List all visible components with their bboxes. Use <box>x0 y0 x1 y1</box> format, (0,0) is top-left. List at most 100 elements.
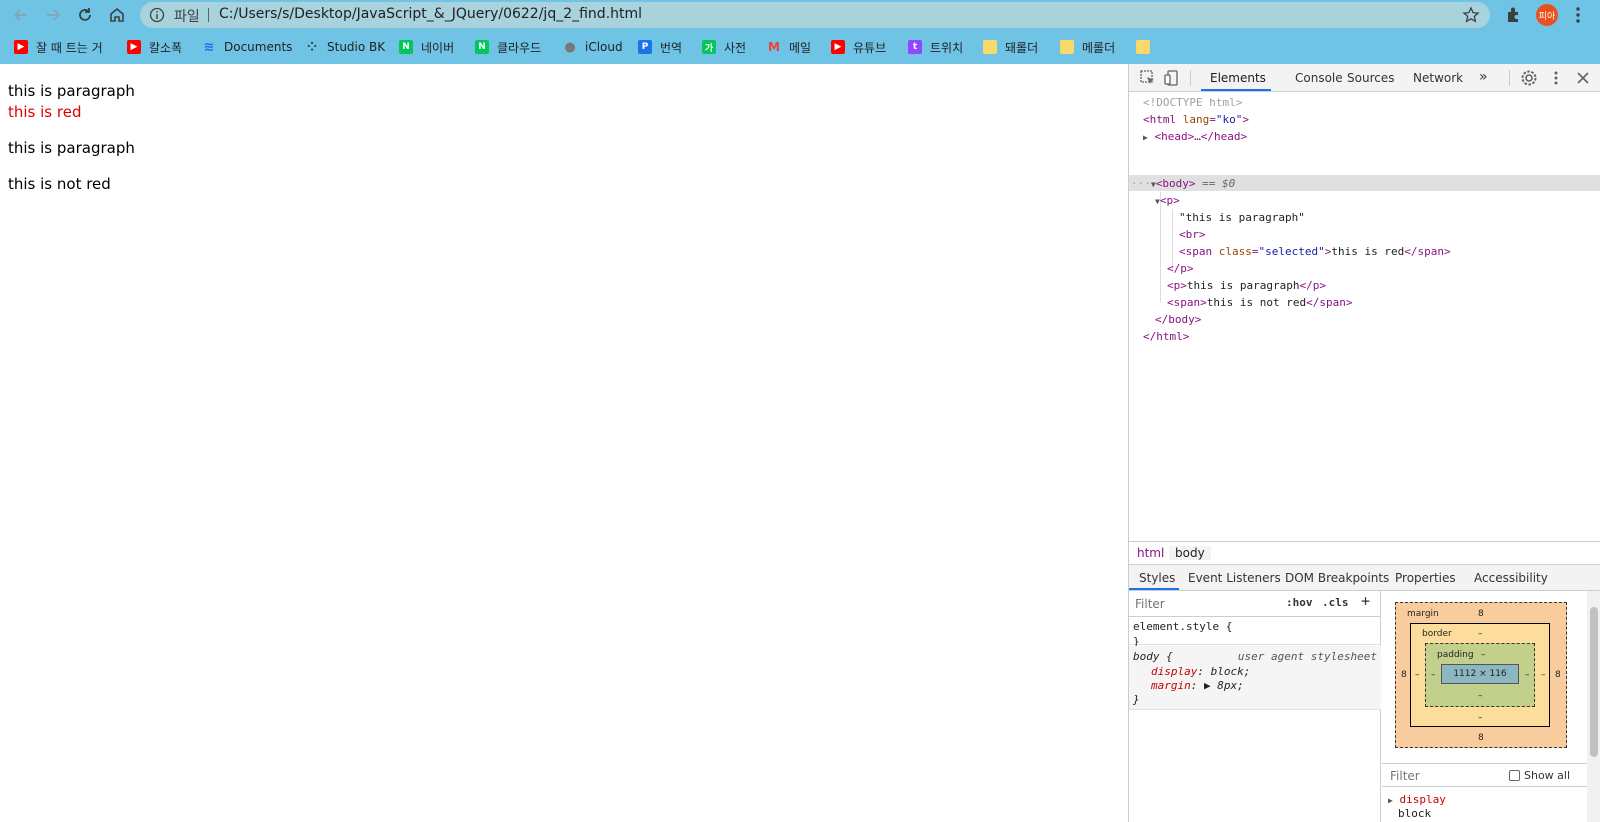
new-rule-button[interactable]: + <box>1361 592 1370 610</box>
dom-span2[interactable]: <span>this is not red</span> <box>1167 294 1352 311</box>
margin-left-value[interactable]: 8 <box>1401 670 1407 680</box>
bookmark-item[interactable]: ● iCloud <box>563 38 622 56</box>
settings-gear-icon[interactable] <box>1520 69 1538 87</box>
dom-text-node[interactable]: "this is paragraph" <box>1179 209 1305 226</box>
profile-avatar[interactable]: 피아 <box>1536 4 1558 26</box>
info-icon[interactable] <box>149 7 165 23</box>
show-all-checkbox[interactable] <box>1509 770 1520 781</box>
forward-button[interactable] <box>42 4 64 26</box>
scrollbar-thumb[interactable] <box>1590 607 1598 757</box>
naver-icon: N <box>475 40 489 54</box>
bookmark-item[interactable]: ▶ 칼소폭 <box>127 38 182 56</box>
css-declaration[interactable]: margin: ▶ 8px; <box>1151 679 1244 692</box>
device-toolbar-icon[interactable] <box>1163 69 1181 87</box>
computed-scrollbar[interactable] <box>1587 591 1600 822</box>
bookmark-item[interactable]: ⁘ Studio BK <box>305 38 385 56</box>
bookmark-item[interactable]: N 클라우드 <box>475 38 541 56</box>
back-button[interactable] <box>10 4 32 26</box>
apple-icon: ● <box>564 39 576 55</box>
address-bar[interactable]: 파일 C:/Users/s/Desktop/JavaScript_&_JQuer… <box>140 2 1490 28</box>
padding-left-value[interactable]: – <box>1431 670 1436 680</box>
tab-elements[interactable]: Elements <box>1210 71 1266 85</box>
padding-right-value[interactable]: – <box>1525 670 1530 680</box>
expand-triangle-icon[interactable]: ▶ <box>1388 796 1393 805</box>
inspect-icon[interactable] <box>1139 69 1157 87</box>
border-left-value[interactable]: – <box>1415 670 1420 680</box>
bookmark-label: 메일 <box>789 40 812 55</box>
bookmark-folder[interactable] <box>1136 38 1150 56</box>
dom-html-close[interactable]: </html> <box>1143 328 1189 345</box>
tab-accessibility[interactable]: Accessibility <box>1474 571 1548 585</box>
tab-styles[interactable]: Styles <box>1139 571 1175 585</box>
box-model-padding-label: padding <box>1437 650 1474 660</box>
tab-properties[interactable]: Properties <box>1395 571 1456 585</box>
computed-filter-input[interactable]: Filter <box>1390 769 1420 783</box>
url-text[interactable]: C:/Users/s/Desktop/JavaScript_&_JQuery/0… <box>219 6 642 22</box>
computed-property[interactable]: ▶ display <box>1388 793 1446 806</box>
margin-top-value[interactable]: 8 <box>1478 609 1484 619</box>
devtools-menu-icon[interactable] <box>1547 69 1565 87</box>
border-bottom-value[interactable]: – <box>1478 713 1483 723</box>
tab-sources[interactable]: Sources <box>1347 71 1394 85</box>
reload-button[interactable] <box>74 4 96 26</box>
bookmark-item[interactable]: N 네이버 <box>399 38 454 56</box>
border-top-value[interactable]: – <box>1478 629 1483 639</box>
bookmark-item[interactable]: ≋ Documents <box>202 38 293 56</box>
dom-br[interactable]: <br> <box>1179 226 1206 243</box>
bookmark-item[interactable]: P 번역 <box>638 38 682 56</box>
close-icon[interactable] <box>1574 69 1592 87</box>
bookmark-item[interactable]: M 메일 <box>767 38 811 56</box>
dom-p-open[interactable]: ▼<p> <box>1155 192 1180 209</box>
naver-icon: N <box>399 40 413 54</box>
star-icon[interactable] <box>1462 6 1480 24</box>
rule-selector[interactable]: element.style { <box>1133 620 1232 633</box>
dom-p2[interactable]: <p>this is paragraph</p> <box>1167 277 1326 294</box>
dom-body-close[interactable]: </body> <box>1155 311 1201 328</box>
box-model-content[interactable]: 1112 × 116 <box>1441 664 1519 684</box>
margin-bottom-value[interactable]: 8 <box>1478 733 1484 743</box>
box-model-diagram: margin 8 8 8 8 border – – – – padding – … <box>1395 602 1567 748</box>
dom-head[interactable]: ▶ <head>…</head> <box>1143 128 1247 145</box>
margin-right-value[interactable]: 8 <box>1555 670 1561 680</box>
tab-dom-breakpoints[interactable]: DOM Breakpoints <box>1285 571 1389 585</box>
breadcrumb: html body <box>1129 541 1600 565</box>
gmail-icon: M <box>768 40 780 54</box>
bookmark-item[interactable]: ▶ 잘 때 트는 거 <box>14 38 103 56</box>
padding-top-value[interactable]: – <box>1481 650 1486 660</box>
bookmark-item[interactable]: t 트위치 <box>908 38 963 56</box>
url-scheme-label: 파일 <box>174 9 200 25</box>
kebab-menu-icon[interactable] <box>1568 5 1588 25</box>
url-separator <box>208 8 209 22</box>
show-all-toggle[interactable]: Show all <box>1509 769 1570 782</box>
border-right-value[interactable]: – <box>1541 670 1546 680</box>
tab-network[interactable]: Network <box>1413 71 1463 85</box>
bookmark-folder[interactable]: 메롤더 <box>1060 38 1115 56</box>
tab-console[interactable]: Console <box>1295 71 1343 85</box>
bookmark-item[interactable]: ▶ 유튜브 <box>831 38 886 56</box>
dom-html-open[interactable]: <html lang="ko"> <box>1143 111 1249 128</box>
breadcrumb-body[interactable]: body <box>1169 546 1211 560</box>
padding-bottom-value[interactable]: – <box>1478 691 1483 701</box>
active-tab-indicator <box>1201 89 1271 91</box>
extensions-icon[interactable] <box>1504 5 1524 25</box>
breadcrumb-html[interactable]: html <box>1131 546 1170 560</box>
dom-span-selected[interactable]: <span class="selected">this is red</span… <box>1179 243 1451 260</box>
bookmark-item[interactable]: 가 사전 <box>702 38 746 56</box>
dom-body-open[interactable]: ···▼<body> == $0 <box>1131 175 1235 192</box>
more-tabs-button[interactable]: » <box>1479 69 1488 85</box>
collapsed-triangle-icon[interactable]: ▶ <box>1143 133 1148 142</box>
home-button[interactable] <box>106 4 128 26</box>
tab-divider <box>1190 70 1191 86</box>
tab-event-listeners[interactable]: Event Listeners <box>1188 571 1281 585</box>
reload-icon <box>79 8 91 21</box>
cls-button[interactable]: .cls <box>1322 596 1349 609</box>
hov-button[interactable]: :hov <box>1286 596 1313 609</box>
rule-selector[interactable]: body { <box>1133 650 1173 663</box>
styles-filter-input[interactable] <box>1133 595 1273 613</box>
dom-doctype[interactable]: <!DOCTYPE html> <box>1143 94 1242 111</box>
dom-p-close[interactable]: </p> <box>1167 260 1194 277</box>
rule-source: user agent stylesheet <box>1237 650 1377 663</box>
dom-tree: <!DOCTYPE html> <html lang="ko"> ▶ <head… <box>1129 93 1600 541</box>
css-declaration[interactable]: display: block; <box>1151 665 1250 678</box>
bookmark-folder[interactable]: 돼롤더 <box>983 38 1038 56</box>
